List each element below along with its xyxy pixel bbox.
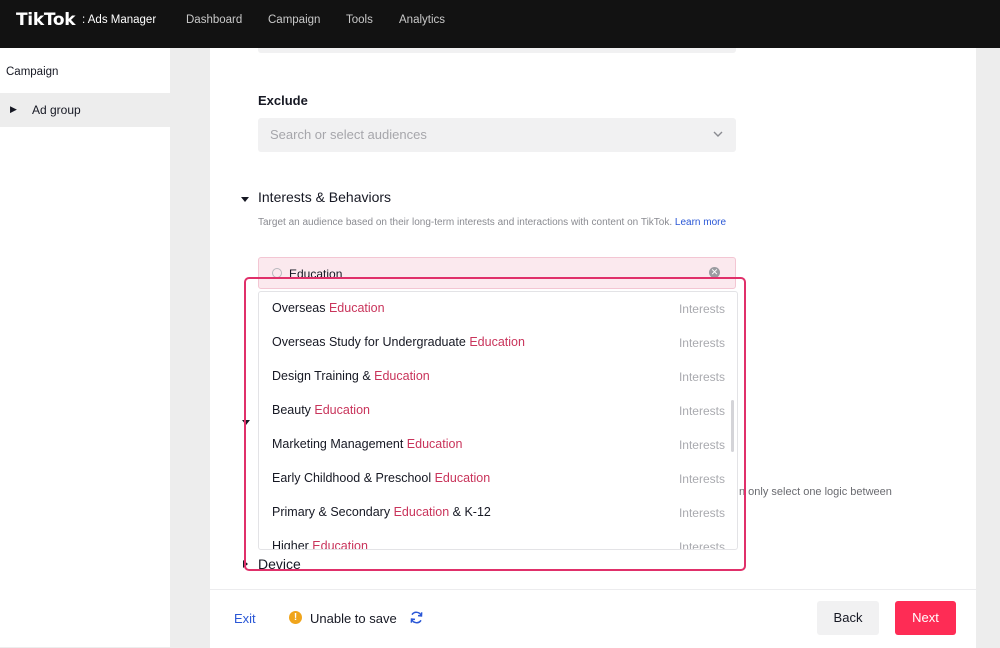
dropdown-option[interactable]: Design Training & Education Interests: [259, 360, 737, 394]
dropdown-option[interactable]: Higher Education Interests: [259, 530, 737, 550]
chevron-down-icon: [713, 131, 723, 137]
option-type: Interests: [678, 370, 725, 384]
warning-icon: !: [289, 611, 302, 624]
next-button[interactable]: Next: [895, 601, 956, 635]
dropdown-option[interactable]: Early Childhood & Preschool Education In…: [259, 462, 737, 496]
dropdown-option[interactable]: Marketing Management Education Interests: [259, 428, 737, 462]
nav-tools[interactable]: Tools: [346, 14, 373, 26]
dropdown-option[interactable]: Overseas Education Interests: [259, 292, 737, 326]
option-type: Interests: [678, 404, 725, 418]
option-label: Overseas Study for Undergraduate Educati…: [272, 335, 525, 349]
sidebar-item-label: Ad group: [32, 103, 81, 117]
interests-dropdown: Overseas Education Interests Overseas St…: [258, 291, 738, 550]
option-label: Overseas Education: [272, 301, 385, 315]
refresh-icon[interactable]: [409, 610, 424, 625]
nav-campaign[interactable]: Campaign: [268, 14, 320, 26]
device-section-title[interactable]: Device: [258, 556, 301, 572]
exclude-audience-select[interactable]: Search or select audiences: [258, 118, 736, 152]
caret-down-icon[interactable]: [241, 197, 249, 202]
caret-right-icon: ▶: [10, 104, 17, 114]
footer-bar: Exit ! Unable to save Back Next: [210, 589, 976, 648]
search-value: Education: [289, 267, 343, 281]
exclude-label: Exclude: [258, 93, 308, 108]
caret-down-icon[interactable]: [242, 420, 250, 425]
dropdown-option[interactable]: Overseas Study for Undergraduate Educati…: [259, 326, 737, 360]
option-type: Interests: [678, 438, 725, 452]
search-radio-icon: [272, 268, 282, 278]
option-type: Interests: [678, 472, 725, 486]
interests-behaviors-title[interactable]: Interests & Behaviors: [258, 189, 391, 205]
option-label: Beauty Education: [272, 403, 370, 417]
caret-right-icon[interactable]: [243, 560, 248, 568]
option-label: Primary & Secondary Education & K-12: [272, 505, 491, 519]
option-label: Design Training & Education: [272, 369, 430, 383]
logic-hint-text: n only select one logic between: [739, 486, 892, 498]
option-label: Early Childhood & Preschool Education: [272, 471, 491, 485]
sidebar-item-ad-group[interactable]: ▶ Ad group: [0, 93, 170, 127]
option-type: Interests: [678, 302, 725, 316]
dropdown-option[interactable]: Beauty Education Interests: [259, 394, 737, 428]
nav-analytics[interactable]: Analytics: [399, 14, 445, 26]
interests-description: Target an audience based on their long-t…: [258, 217, 727, 228]
exit-link[interactable]: Exit: [234, 611, 256, 626]
interests-search-input[interactable]: Education ✕: [258, 257, 736, 289]
ads-manager-label: : Ads Manager: [82, 14, 157, 26]
exclude-placeholder: Search or select audiences: [270, 127, 427, 142]
tiktok-logo[interactable]: TikTok: [16, 10, 76, 30]
dropdown-scrollbar[interactable]: [731, 400, 734, 452]
option-type: Interests: [678, 336, 725, 350]
back-button[interactable]: Back: [817, 601, 879, 635]
save-status-text: Unable to save: [310, 611, 397, 626]
previous-field-bottom: [258, 48, 736, 53]
option-type: Interests: [678, 540, 725, 550]
sidebar-campaign[interactable]: Campaign: [6, 66, 58, 78]
clear-icon[interactable]: ✕: [709, 267, 720, 278]
option-type: Interests: [678, 506, 725, 520]
dropdown-option[interactable]: Primary & Secondary Education & K-12 Int…: [259, 496, 737, 530]
top-nav-bar: TikTok : Ads Manager Dashboard Campaign …: [0, 0, 1000, 48]
option-label: Marketing Management Education: [272, 437, 463, 451]
nav-dashboard[interactable]: Dashboard: [186, 14, 242, 26]
option-label: Higher Education: [272, 539, 368, 550]
learn-more-link[interactable]: Learn more: [675, 217, 726, 228]
sidebar: Campaign ▶ Ad group: [0, 48, 170, 647]
main-panel: Exclude Search or select audiences Inter…: [210, 48, 976, 648]
